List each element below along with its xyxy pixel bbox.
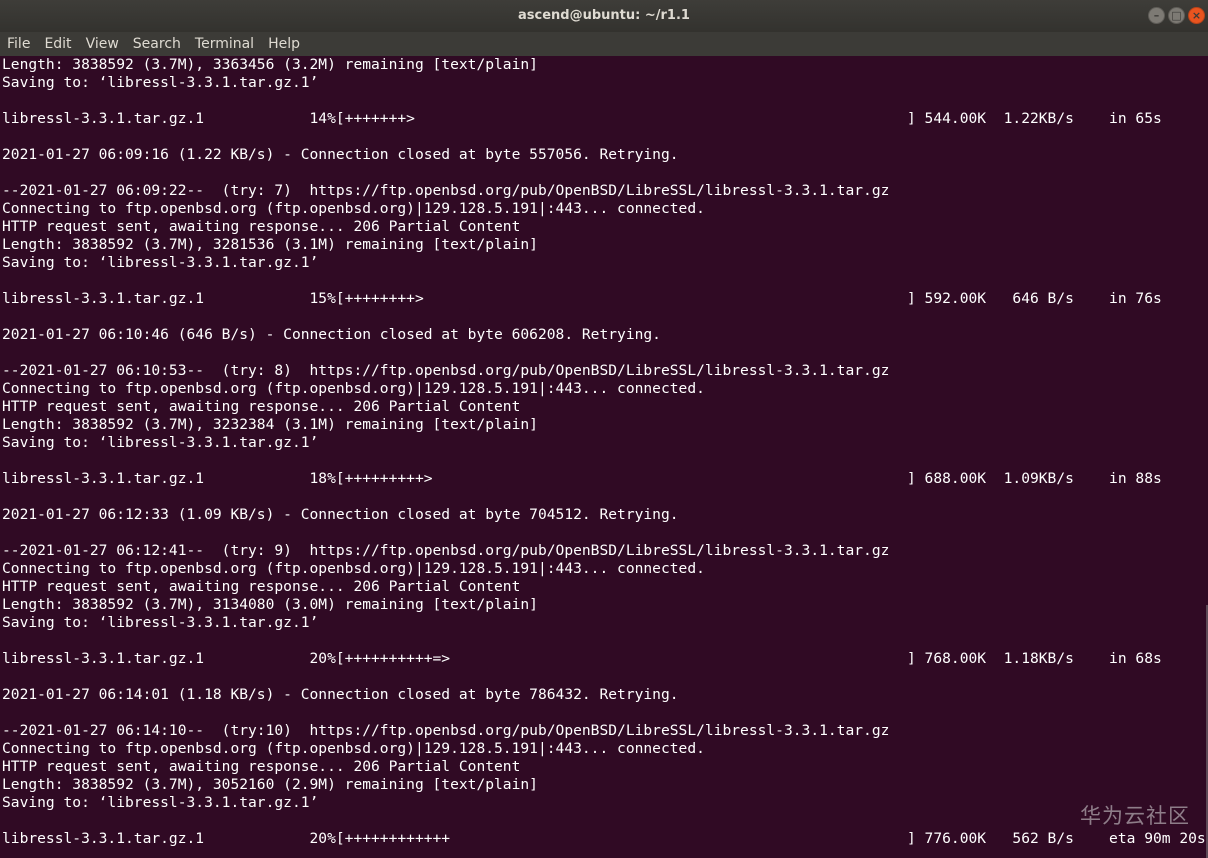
menu-edit[interactable]: Edit [44, 36, 71, 52]
terminal-line: Saving to: ‘libressl-3.3.1.tar.gz.1’ [2, 614, 319, 631]
terminal-line: Saving to: ‘libressl-3.3.1.tar.gz.1’ [2, 254, 319, 271]
terminal-line: Saving to: ‘libressl-3.3.1.tar.gz.1’ [2, 434, 319, 451]
terminal-line: 2021-01-27 06:14:01 (1.18 KB/s) - Connec… [2, 686, 679, 703]
terminal-line: Connecting to ftp.openbsd.org (ftp.openb… [2, 200, 705, 217]
terminal-line: HTTP request sent, awaiting response... … [2, 758, 521, 775]
terminal-line: Connecting to ftp.openbsd.org (ftp.openb… [2, 740, 705, 757]
title-bar[interactable]: ascend@ubuntu: ~/r1.1 – □ × [0, 0, 1208, 32]
terminal-line: libressl-3.3.1.tar.gz.1 20%[++++++++++++… [2, 830, 1208, 848]
terminal-line: --2021-01-27 06:14:10-- (try:10) https:/… [2, 722, 890, 739]
minimize-button[interactable]: – [1148, 7, 1165, 24]
terminal-output[interactable]: Length: 3838592 (3.7M), 3363456 (3.2M) r… [2, 56, 1208, 858]
terminal-line: HTTP request sent, awaiting response... … [2, 218, 521, 235]
terminal-line: libressl-3.3.1.tar.gz.1 20%[++++++++++=>… [2, 650, 1162, 667]
terminal-line: Length: 3838592 (3.7M), 3052160 (2.9M) r… [2, 776, 538, 793]
terminal-line: 2021-01-27 06:10:46 (646 B/s) - Connecti… [2, 326, 661, 343]
terminal-line: --2021-01-27 06:12:41-- (try: 9) https:/… [2, 542, 890, 559]
menu-terminal[interactable]: Terminal [195, 36, 254, 52]
terminal-line: HTTP request sent, awaiting response... … [2, 398, 521, 415]
terminal-line: Saving to: ‘libressl-3.3.1.tar.gz.1’ [2, 794, 319, 811]
terminal-line: HTTP request sent, awaiting response... … [2, 578, 521, 595]
terminal-line: --2021-01-27 06:10:53-- (try: 8) https:/… [2, 362, 890, 379]
terminal-line: Length: 3838592 (3.7M), 3232384 (3.1M) r… [2, 416, 538, 433]
terminal-line: Length: 3838592 (3.7M), 3281536 (3.1M) r… [2, 236, 538, 253]
terminal-line: 2021-01-27 06:12:33 (1.09 KB/s) - Connec… [2, 506, 679, 523]
terminal-line: Connecting to ftp.openbsd.org (ftp.openb… [2, 560, 705, 577]
terminal-line: Connecting to ftp.openbsd.org (ftp.openb… [2, 380, 705, 397]
menu-help[interactable]: Help [268, 36, 300, 52]
menu-file[interactable]: File [7, 36, 30, 52]
terminal-line: libressl-3.3.1.tar.gz.1 14%[+++++++> ] 5… [2, 110, 1162, 127]
window-controls: – □ × [1148, 7, 1205, 24]
terminal-line: Saving to: ‘libressl-3.3.1.tar.gz.1’ [2, 74, 319, 91]
menu-view[interactable]: View [86, 36, 119, 52]
terminal-line: Length: 3838592 (3.7M), 3363456 (3.2M) r… [2, 56, 538, 73]
watermark: 华为云社区 [1080, 804, 1190, 828]
window-title: ascend@ubuntu: ~/r1.1 [518, 8, 690, 23]
menu-bar: File Edit View Search Terminal Help [0, 32, 1208, 56]
terminal-line: 2021-01-27 06:09:16 (1.22 KB/s) - Connec… [2, 146, 679, 163]
terminal-line: --2021-01-27 06:09:22-- (try: 7) https:/… [2, 182, 890, 199]
terminal-line: libressl-3.3.1.tar.gz.1 18%[+++++++++> ]… [2, 470, 1162, 487]
maximize-button[interactable]: □ [1168, 7, 1185, 24]
close-button[interactable]: × [1188, 7, 1205, 24]
menu-search[interactable]: Search [133, 36, 181, 52]
terminal-window: ascend@ubuntu: ~/r1.1 – □ × File Edit Vi… [0, 0, 1208, 858]
terminal-line: Length: 3838592 (3.7M), 3134080 (3.0M) r… [2, 596, 538, 613]
terminal-line: libressl-3.3.1.tar.gz.1 15%[++++++++> ] … [2, 290, 1162, 307]
